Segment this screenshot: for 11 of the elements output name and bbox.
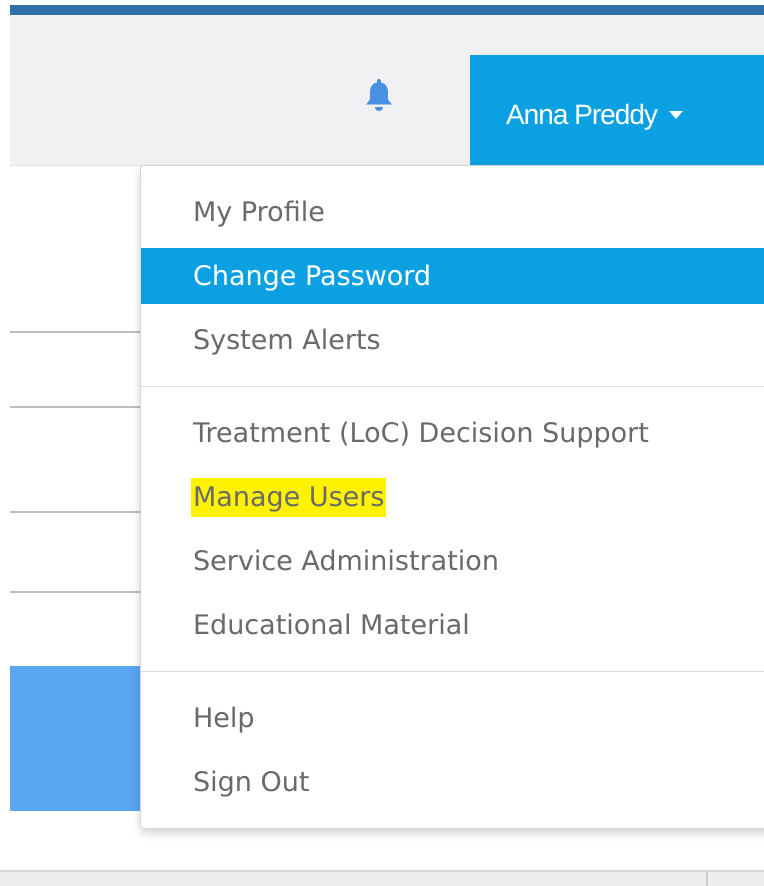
bell-icon[interactable] bbox=[364, 77, 394, 113]
menu-item[interactable]: Help bbox=[141, 686, 764, 750]
menu-item[interactable]: Change Password bbox=[141, 248, 764, 304]
menu-item[interactable]: My Profile bbox=[141, 180, 764, 244]
menu-item[interactable]: Manage Users bbox=[141, 465, 764, 529]
caret-icon bbox=[668, 111, 683, 119]
menu-item[interactable]: Service Administration bbox=[141, 529, 764, 593]
menu-item[interactable]: System Alerts bbox=[141, 308, 764, 372]
menu-item[interactable]: Educational Material bbox=[141, 593, 764, 657]
menu-item[interactable]: Sign Out bbox=[141, 750, 764, 814]
menu-item[interactable]: Treatment (LoC) Decision Support bbox=[141, 401, 764, 465]
